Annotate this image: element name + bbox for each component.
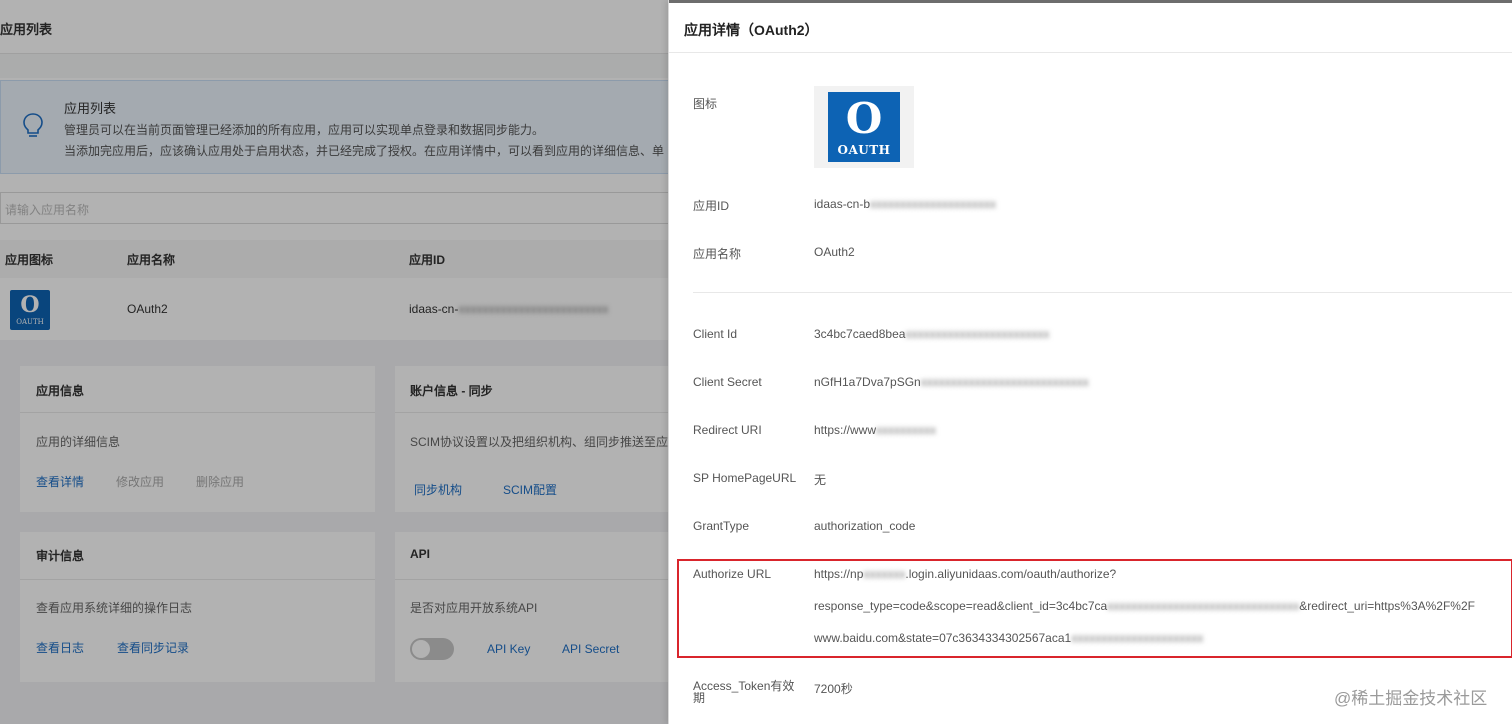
app-detail-drawer: 应用详情（OAuth2） 图标 O OAUTH 应用ID idaas-cn-bx… xyxy=(668,0,1512,724)
grant-type-value: authorization_code xyxy=(814,519,916,533)
authorize-url-line-2[interactable]: response_type=code&scope=read&client_id=… xyxy=(814,599,1475,613)
client-secret-label: Client Secret xyxy=(693,375,762,389)
icon-label: 图标 xyxy=(693,97,718,111)
access-token-value: 7200秒 xyxy=(814,682,853,696)
app-name-value: OAuth2 xyxy=(814,245,855,259)
access-token-label: Access_Token有效期 xyxy=(693,679,795,705)
watermark: @稀土掘金技术社区 xyxy=(1334,689,1488,708)
app-id-label: 应用ID xyxy=(693,199,730,213)
redirect-uri-value: https://wwwxxxxxxxxxx xyxy=(814,423,937,437)
drawer-header: 应用详情（OAuth2） xyxy=(669,3,1512,53)
icon-preview: O OAUTH xyxy=(814,86,914,168)
authorize-url-label: Authorize URL xyxy=(693,567,772,581)
client-id-label: Client Id xyxy=(693,327,738,341)
sp-homepage-value: 无 xyxy=(814,473,827,487)
client-secret-value: nGfH1a7Dva7pSGnxxxxxxxxxxxxxxxxxxxxxxxxx… xyxy=(814,375,1089,389)
app-name-label: 应用名称 xyxy=(693,247,742,261)
authorize-url-line-3[interactable]: www.baidu.com&state=07c3634334302567aca1… xyxy=(814,631,1203,645)
client-id-value: 3c4bc7caed8beaxxxxxxxxxxxxxxxxxxxxxxxx xyxy=(814,327,1050,341)
sp-homepage-label: SP HomePageURL xyxy=(693,471,797,485)
modal-overlay[interactable] xyxy=(0,0,668,724)
drawer-title: 应用详情（OAuth2） xyxy=(684,22,819,38)
grant-type-label: GrantType xyxy=(693,519,750,533)
app-id-value: idaas-cn-bxxxxxxxxxxxxxxxxxxxxx xyxy=(814,197,997,211)
authorize-url-line-1[interactable]: https://npxxxxxxx.login.aliyunidaas.com/… xyxy=(814,567,1116,581)
redirect-uri-label: Redirect URI xyxy=(693,423,762,437)
section-divider xyxy=(693,292,1512,293)
oauth-logo-icon: O OAUTH xyxy=(828,92,900,162)
